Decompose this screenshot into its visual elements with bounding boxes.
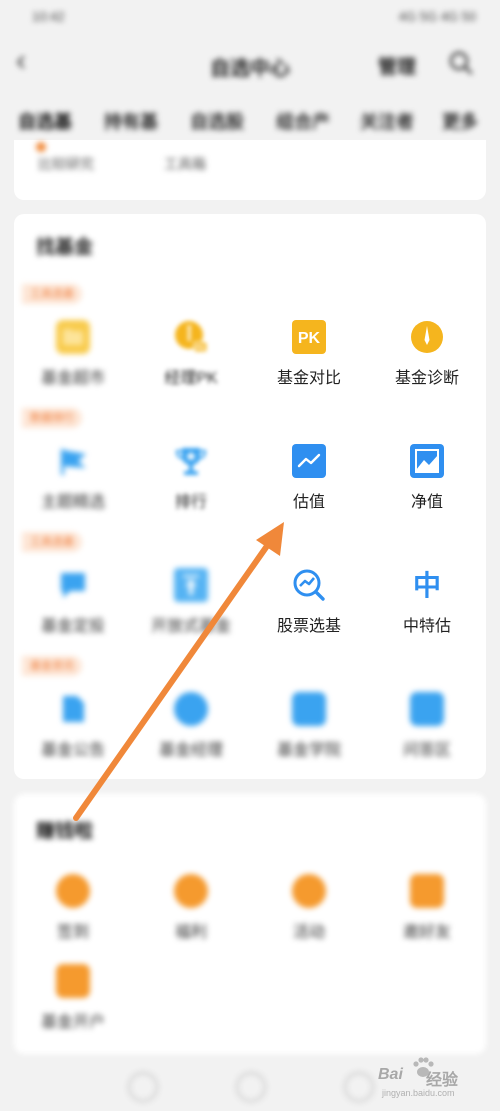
grid-item-qa[interactable]: 问答区 — [368, 692, 486, 760]
grid-item-label: 中特估 — [402, 618, 451, 635]
row-tag: 工具选基 — [22, 284, 82, 304]
grid-item-label: 排行 — [174, 494, 207, 511]
grid-item-ranking[interactable]: 排行 — [132, 444, 250, 512]
grid-item-label: 主题精选 — [40, 494, 105, 511]
svg-text:PK: PK — [196, 345, 206, 352]
status-indicators: 4G 5G 4G 50 — [398, 9, 476, 24]
nav-circle-icon[interactable] — [344, 1072, 374, 1102]
grid-item-label: 基金学院 — [276, 742, 341, 759]
grid-item-fund-diagnosis[interactable]: 基金诊断 — [368, 320, 486, 388]
diagnosis-icon — [410, 320, 444, 354]
grid-item-invite[interactable]: 邀好友 — [368, 874, 486, 942]
grid-item-fund-market[interactable]: 基金超市 — [14, 320, 132, 388]
status-bar: 10:42 4G 5G 4G 50 — [0, 0, 500, 34]
grid-item-label: 基金经理 — [158, 742, 223, 759]
grid-item-label: 基金公告 — [40, 742, 105, 759]
tab-4[interactable]: 关注者 — [360, 108, 414, 134]
grid-item-label: 基金诊断 — [394, 370, 459, 387]
grid-item-manager-pk[interactable]: PK 经理PK — [132, 320, 250, 388]
watermark-brand-right: 经验 — [426, 1072, 459, 1089]
search-icon[interactable] — [448, 50, 474, 76]
stock-search-icon — [292, 568, 326, 602]
top-card-item-1[interactable]: 工具箱 — [164, 154, 206, 174]
grid-item-label: 签到 — [56, 924, 89, 941]
tab-2[interactable]: 自选股 — [190, 108, 244, 134]
svg-text:PK: PK — [298, 330, 321, 347]
grid-item-activity[interactable]: 活动 — [250, 874, 368, 942]
watermark-url: jingyan.baidu.com — [382, 1088, 455, 1098]
nav-circle-icon[interactable] — [236, 1072, 266, 1102]
grid-item-label: 基金对比 — [276, 370, 341, 387]
grid-item-theme[interactable]: 主题精选 — [14, 444, 132, 512]
grid-item-manager[interactable]: 基金经理 — [132, 692, 250, 760]
chat-icon — [56, 568, 90, 602]
grid-item-welfare[interactable]: 福利 — [132, 874, 250, 942]
grid-item-label: 活动 — [292, 924, 325, 941]
grid-item-label: 基金定投 — [40, 618, 105, 635]
clipboard-icon — [410, 692, 444, 726]
grid-item-fixed-invest[interactable]: 基金定投 — [14, 568, 132, 636]
grid-item-valuation[interactable]: 估值 — [250, 444, 368, 512]
grid-item-academy[interactable]: 基金学院 — [250, 692, 368, 760]
mountain-chart-icon — [410, 444, 444, 478]
grid-item-label: 股票选基 — [276, 618, 341, 635]
book-icon — [292, 692, 326, 726]
grid-item-checkin[interactable]: 签到 — [14, 874, 132, 942]
grid-item-announcement[interactable]: 基金公告 — [14, 692, 132, 760]
nav-circle-icon[interactable] — [128, 1072, 158, 1102]
upload-icon — [174, 568, 208, 602]
grid-item-nav[interactable]: 净值 — [368, 444, 486, 512]
tab-0[interactable]: 自选基 — [18, 108, 72, 134]
top-card-item-0[interactable]: 比较研究 — [38, 154, 94, 174]
document-icon — [56, 692, 90, 726]
row-tag: 基金资讯 — [22, 656, 82, 676]
app-screen: 10:42 4G 5G 4G 50 ‹ 自选中心 管理 自选基 持有基 自选股 … — [0, 0, 500, 1111]
zhong-icon: 中 — [410, 568, 444, 602]
orange-circle-icon — [56, 874, 90, 908]
grid-item-stock-select[interactable]: 股票选基 — [250, 568, 368, 636]
earn-card: 赚钱啦 签到 福利 活动 邀好友 基金开户 — [14, 794, 486, 1054]
orange-circle-icon — [174, 874, 208, 908]
grid-item-open-fund[interactable]: 开放式基金 — [132, 568, 250, 636]
tab-3[interactable]: 组合产 — [276, 108, 330, 134]
grid-item-label: 经理PK — [164, 370, 218, 387]
grid-item-cpc-valuation[interactable]: 中 中特估 — [368, 568, 486, 636]
nav-bar: ‹ 自选中心 管理 — [0, 38, 500, 88]
orange-square-icon — [56, 964, 90, 998]
grid-item-label: 净值 — [410, 494, 443, 511]
flag-icon — [56, 444, 90, 478]
grid-item-label: 问答区 — [402, 742, 451, 759]
grid-item-label: 邀好友 — [402, 924, 451, 941]
category-tabs: 自选基 持有基 自选股 组合产 关注者 更多 — [0, 108, 500, 142]
section-title: 找基金 — [36, 237, 94, 258]
manage-button[interactable]: 管理 — [378, 52, 416, 79]
manager-pk-icon: PK — [174, 320, 208, 354]
status-time: 10:42 — [32, 9, 65, 24]
watermark-brand-left: Bai — [378, 1066, 403, 1083]
section-title: 赚钱啦 — [36, 821, 94, 842]
row-tag: 数据排行 — [22, 408, 82, 428]
page-title: 自选中心 — [210, 58, 290, 80]
find-fund-card: 找基金 工具选基 数据排行 工具选基 基金资讯 基金超市 PK 经理PK PK … — [14, 214, 486, 779]
grid-item-label: 估值 — [292, 494, 325, 511]
trend-chart-icon — [292, 444, 326, 478]
grid-item-label: 开放式基金 — [150, 618, 231, 635]
top-card: 比较研究 工具箱 — [14, 140, 486, 200]
circle-icon — [174, 692, 208, 726]
grid-item-label: 福利 — [174, 924, 207, 941]
tab-5[interactable]: 更多 — [442, 108, 478, 134]
grid-item-label: 基金超市 — [40, 370, 105, 387]
tab-1[interactable]: 持有基 — [104, 108, 158, 134]
svg-text:中: 中 — [413, 569, 441, 602]
pk-icon: PK — [292, 320, 326, 354]
grid-item-open-account[interactable]: 基金开户 — [14, 964, 132, 1032]
row-tag: 工具选基 — [22, 532, 82, 552]
folder-icon — [56, 320, 90, 354]
orange-square-icon — [410, 874, 444, 908]
trophy-icon — [174, 444, 208, 478]
grid-item-label: 基金开户 — [40, 1014, 105, 1031]
orange-circle-icon — [292, 874, 326, 908]
watermark: Bai 经验 jingyan.baidu.com — [378, 1057, 496, 1098]
grid-item-fund-compare[interactable]: PK 基金对比 — [250, 320, 368, 388]
